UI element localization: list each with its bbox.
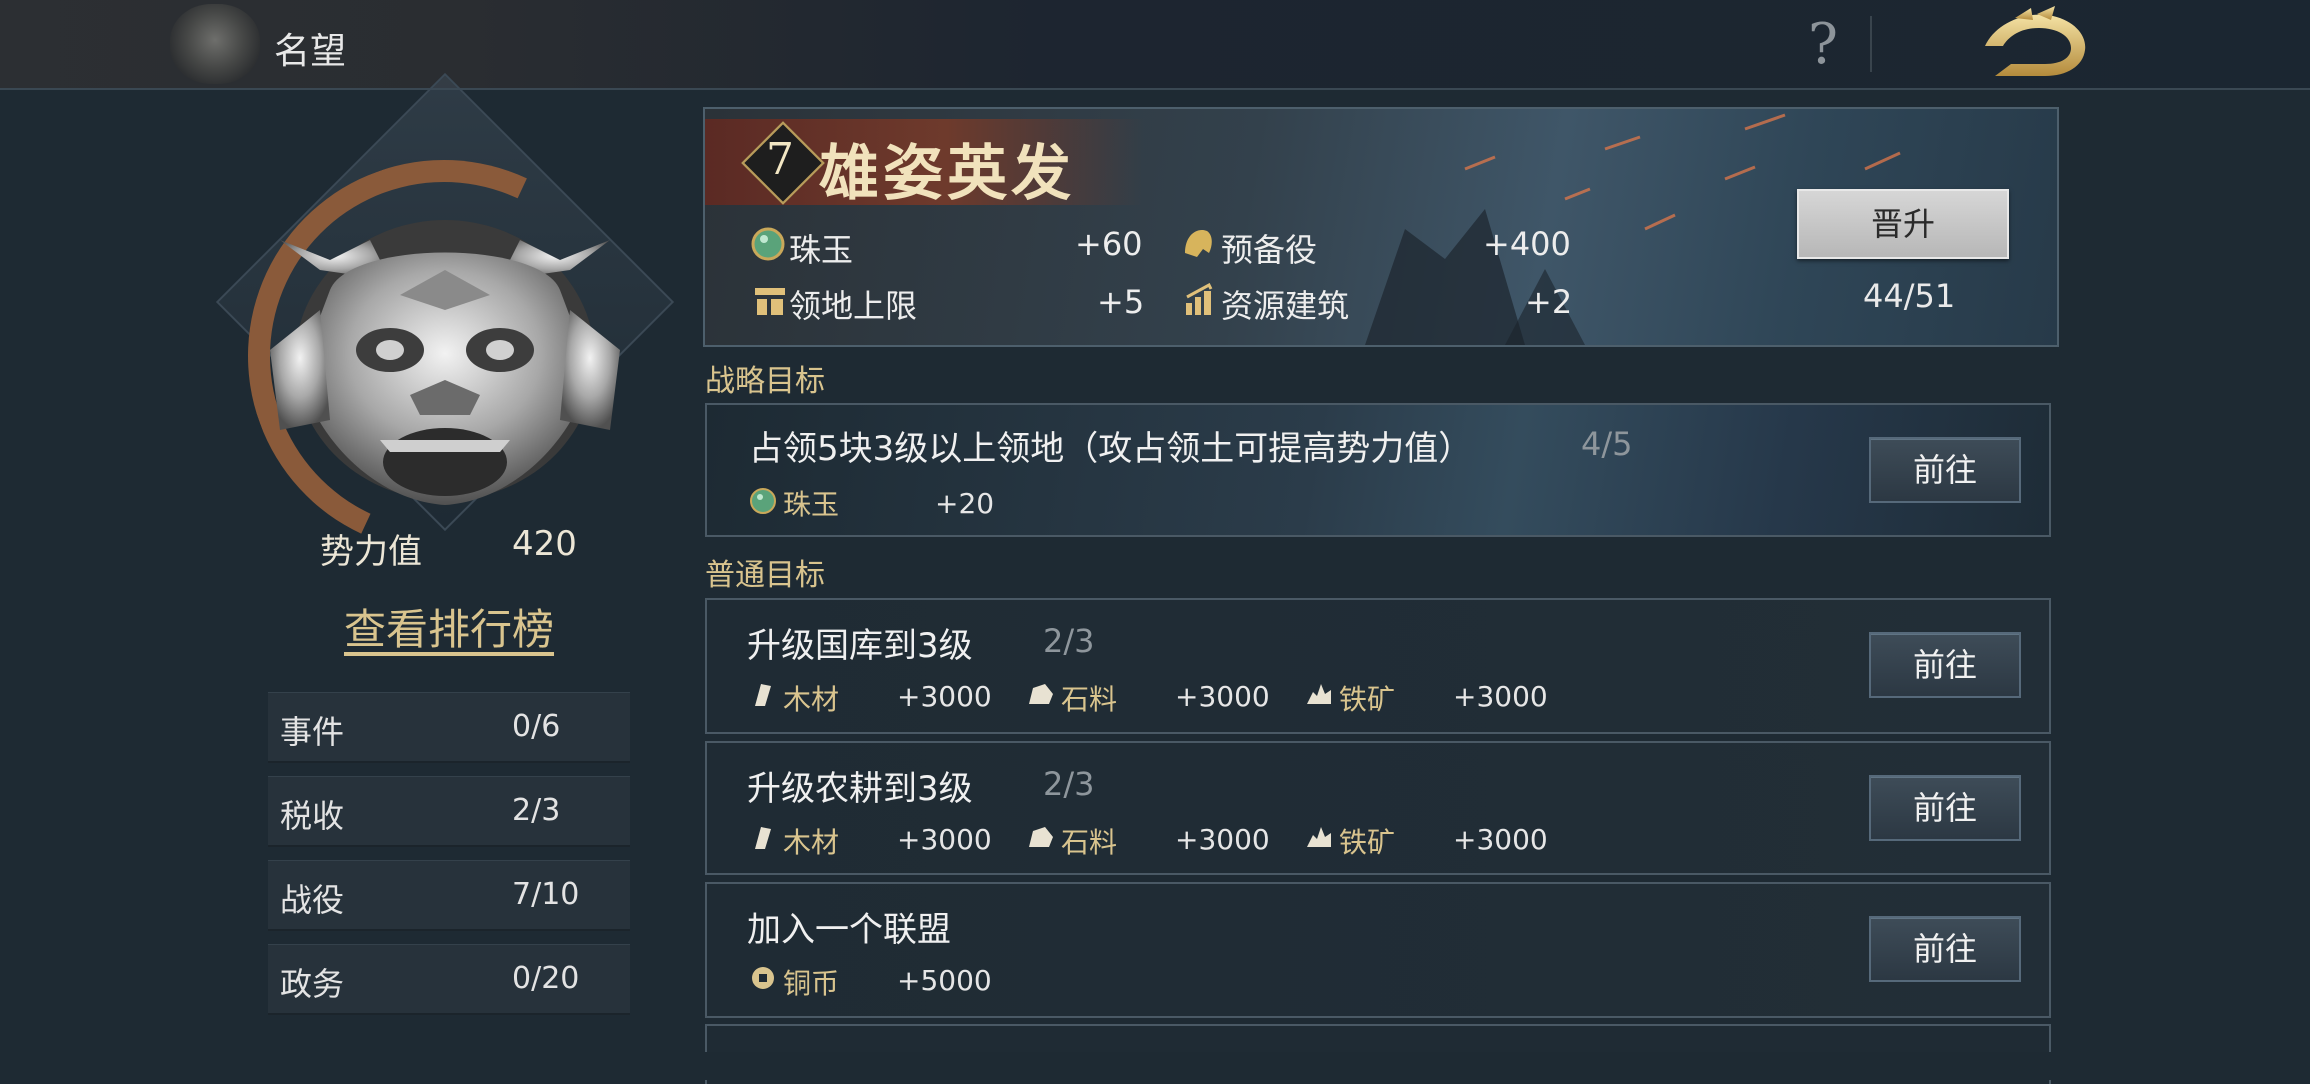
beast-mask-emblem-icon <box>270 220 620 505</box>
reward-name: 木材 <box>783 826 840 859</box>
reward-name: 木材 <box>783 683 840 716</box>
go-button[interactable]: 前往 <box>1869 916 2021 982</box>
screen-bottom-edge <box>0 1052 2310 1080</box>
section-title-strategic: 战略目标 <box>705 364 825 399</box>
stone-icon <box>1029 827 1053 847</box>
reward-name: 预备役 <box>1221 231 1318 269</box>
reward-name: 铁矿 <box>1339 683 1396 716</box>
goal-card: 升级农耕到3级 2/3 木材 +3000 石料 +3000 铁矿 +3000 前… <box>705 741 2051 875</box>
section-title-normal: 普通目标 <box>705 558 825 593</box>
wood-icon <box>755 827 771 849</box>
building-icon <box>1186 283 1213 315</box>
reward-value: +3000 <box>1453 823 1548 856</box>
dragon-back-icon[interactable] <box>1975 6 2095 82</box>
territory-icon <box>755 288 785 315</box>
iron-ore-icon <box>1307 827 1331 847</box>
stat-label: 政务 <box>280 965 345 1003</box>
reward-name: 资源建筑 <box>1221 287 1350 325</box>
reward-value: +5000 <box>897 964 992 997</box>
stat-value: 0/6 <box>512 709 561 744</box>
level-number: 7 <box>766 134 794 185</box>
goal-title: 加入一个联盟 <box>747 910 951 950</box>
reward-name: 石料 <box>1061 826 1118 859</box>
wood-icon <box>755 684 771 706</box>
reward-value: +5 <box>1097 283 1145 321</box>
divider <box>1870 16 1872 72</box>
stone-icon <box>1029 684 1053 704</box>
copper-coin-icon <box>752 967 774 989</box>
reward-value: +3000 <box>1175 680 1270 713</box>
top-bar: 名望 ? <box>0 0 2310 90</box>
stat-row-affairs: 政务 0/20 <box>268 944 630 1015</box>
page-title: 名望 <box>274 31 347 72</box>
go-button[interactable]: 前往 <box>1869 632 2021 698</box>
stat-value: 2/3 <box>512 793 561 828</box>
stat-row-battles: 战役 7/10 <box>268 860 630 931</box>
rank-title: 雄姿英发 <box>819 139 1075 209</box>
reward-name: 领地上限 <box>789 287 918 325</box>
goal-card: 升级国库到3级 2/3 木材 +3000 石料 +3000 铁矿 +3000 前… <box>705 598 2051 734</box>
iron-ore-icon <box>1307 684 1331 704</box>
strategic-goal-card: 占领5块3级以上领地（攻占领土可提高势力值） 4/5 珠玉 +20 前往 <box>705 403 2051 537</box>
goal-title: 升级农耕到3级 <box>747 769 973 809</box>
goal-title: 升级国库到3级 <box>747 626 973 666</box>
go-button[interactable]: 前往 <box>1869 775 2021 841</box>
reward-name: 石料 <box>1061 683 1118 716</box>
goal-progress: 2/3 <box>1043 765 1095 803</box>
stat-row-events: 事件 0/6 <box>268 692 630 763</box>
stat-row-tax: 税收 2/3 <box>268 776 630 847</box>
reward-value: +2 <box>1525 283 1573 321</box>
stat-label: 事件 <box>280 713 345 751</box>
reward-name: 铁矿 <box>1339 826 1396 859</box>
reward-value: +60 <box>1075 225 1143 263</box>
go-button[interactable]: 前往 <box>1869 437 2021 503</box>
reward-value: +400 <box>1483 225 1571 263</box>
goal-progress: 2/3 <box>1043 622 1095 660</box>
goal-progress: 4/5 <box>1581 425 1633 463</box>
jade-icon <box>750 488 776 514</box>
reward-value: +20 <box>935 487 995 520</box>
stat-value: 0/20 <box>512 961 580 996</box>
reward-name: 铜币 <box>783 967 840 1000</box>
stat-value: 7/10 <box>512 877 580 912</box>
reward-value: +3000 <box>1453 680 1548 713</box>
question-mark-icon[interactable]: ? <box>1808 12 1838 77</box>
dragon-emblem-icon <box>170 4 260 84</box>
stat-label: 税收 <box>280 797 345 835</box>
goal-card: 加入一个联盟 铜币 +5000 前往 <box>705 882 2051 1018</box>
promote-button[interactable]: 晋升 <box>1797 189 2009 259</box>
jade-icon <box>751 227 785 261</box>
reward-name: 珠玉 <box>789 231 854 269</box>
rank-banner: 7 雄姿英发 珠玉 +60 预备役 +400 领地上限 +5 资源建筑 +2 晋… <box>703 107 2059 347</box>
reward-value: +3000 <box>1175 823 1270 856</box>
goal-title: 占领5块3级以上领地（攻占领土可提高势力值） <box>749 429 1473 469</box>
reward-value: +3000 <box>897 823 992 856</box>
reward-value: +3000 <box>897 680 992 713</box>
stat-label: 战役 <box>280 881 345 919</box>
helmet-icon <box>1185 229 1212 257</box>
view-leaderboard-link[interactable]: 查看排行榜 <box>344 596 554 657</box>
reward-name: 珠玉 <box>783 488 840 521</box>
power-value: 420 <box>512 524 577 564</box>
power-label: 势力值 <box>320 532 422 572</box>
promote-progress: 44/51 <box>1863 277 1956 315</box>
